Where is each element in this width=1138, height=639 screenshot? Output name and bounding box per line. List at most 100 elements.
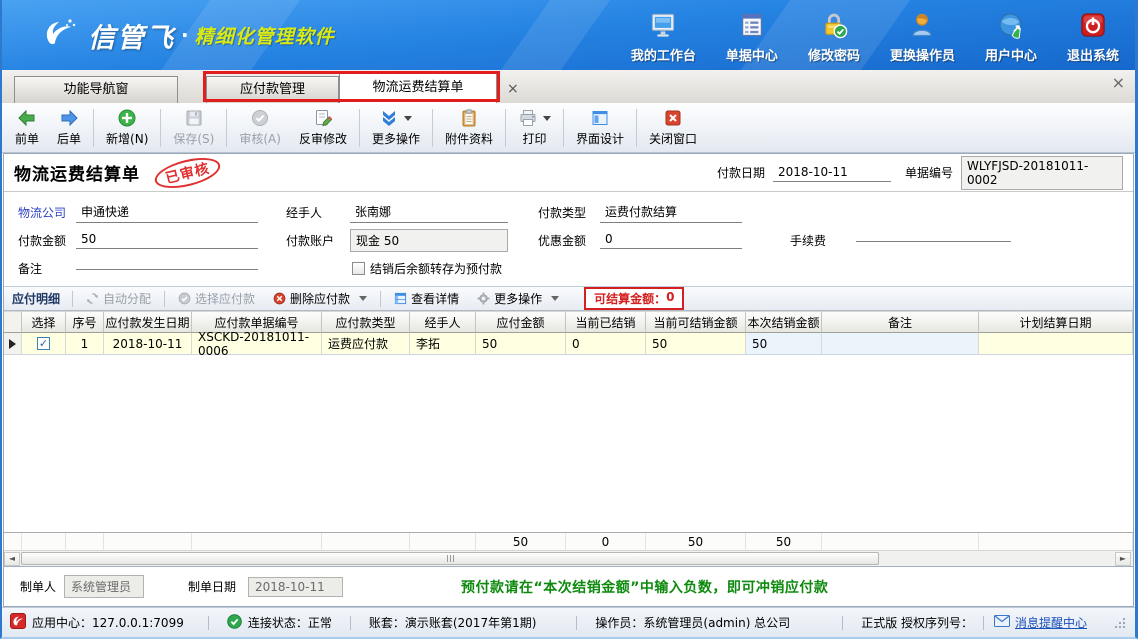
tabstrip-close-icon[interactable]: ×: [1112, 76, 1125, 90]
col-header-remark[interactable]: 备注: [822, 311, 979, 333]
delete-x-icon: [273, 292, 286, 305]
transfer-prepay-checkbox[interactable]: 结销后余额转存为预付款: [352, 260, 502, 277]
mail-icon: [994, 615, 1010, 630]
app-name: 信管飞: [88, 16, 175, 55]
row-select-cell[interactable]: ✓: [22, 333, 66, 355]
col-header-this-settle[interactable]: 本次结销金额: [746, 311, 822, 333]
tab-close-icon[interactable]: ×: [507, 83, 519, 95]
scrollbar-thumb[interactable]: [21, 552, 879, 565]
cell-type: 运费应付款: [322, 333, 410, 355]
pay-date-field[interactable]: 2018-10-11: [773, 164, 891, 182]
maker-field: 系统管理员: [64, 575, 144, 598]
settleable-label: 可结算金额：: [594, 290, 666, 307]
view-detail-button[interactable]: 查看详情: [387, 289, 466, 308]
gear-icon: [477, 292, 490, 305]
col-header-type[interactable]: 应付款类型: [322, 311, 410, 333]
cell-doc-no: XSCKD-20181011-0006: [192, 333, 322, 355]
audit-button[interactable]: 审核(A): [230, 106, 290, 149]
prev-doc-button[interactable]: 前单: [6, 106, 48, 149]
col-header-date[interactable]: 应付款发生日期: [104, 311, 192, 333]
total-settled: 0: [566, 533, 646, 550]
unaudit-edit-button[interactable]: 反审修改: [290, 106, 356, 149]
button-label: 选择应付款: [195, 290, 255, 307]
select-check-icon: [178, 292, 191, 305]
button-label: 前单: [15, 130, 39, 147]
col-header-plan-date[interactable]: 计划结算日期: [979, 311, 1133, 333]
cell-settleable: 50: [646, 333, 746, 355]
scroll-right-arrow-icon[interactable]: ►: [1115, 552, 1131, 566]
audited-stamp: 已审核: [152, 152, 223, 193]
tab-function-navigator[interactable]: 功能导航窗: [14, 76, 178, 103]
toolbar: 前单 后单 新增(N) 保存(S) 审核(A) 反审修改 更多操作: [2, 103, 1135, 153]
scroll-left-arrow-icon[interactable]: ◄: [4, 552, 20, 566]
ui-design-button[interactable]: 界面设计: [567, 106, 633, 149]
auto-assign-button[interactable]: 自动分配: [79, 289, 158, 308]
nav-my-workbench[interactable]: 我的工作台: [631, 11, 696, 64]
next-doc-button[interactable]: 后单: [48, 106, 90, 149]
pay-type-field[interactable]: 运费付款结算: [600, 202, 742, 223]
pay-account-field[interactable]: 现金 50: [350, 229, 508, 252]
pay-amount-field[interactable]: 50: [76, 231, 258, 249]
add-icon: [117, 108, 137, 128]
detail-more-actions-button[interactable]: 更多操作: [470, 289, 566, 308]
settleable-amount-badge: 可结算金额： 0: [584, 287, 684, 310]
handler-field[interactable]: 张南娜: [350, 202, 508, 223]
password-lock-icon: [819, 11, 849, 43]
license-text: 正式版 授权序列号：: [861, 614, 973, 631]
cell-this-settle[interactable]: 50: [746, 333, 822, 355]
delete-payable-button[interactable]: 删除应付款: [266, 289, 374, 308]
col-header-settled[interactable]: 当前已结销: [566, 311, 646, 333]
nav-change-password[interactable]: 修改密码: [808, 11, 860, 64]
fee-field[interactable]: [856, 238, 1011, 242]
nav-document-center[interactable]: 单据中心: [726, 11, 778, 64]
grid-data-row[interactable]: ✓ 1 2018-10-11 XSCKD-20181011-0006 运费应付款…: [4, 333, 1133, 355]
maker-label: 制单人: [20, 578, 56, 595]
save-button[interactable]: 保存(S): [164, 106, 223, 149]
resize-grip[interactable]: [1115, 618, 1127, 628]
attachment-button[interactable]: 附件资料: [436, 106, 502, 149]
discount-field[interactable]: 0: [600, 231, 742, 249]
operator-text: 操作员：系统管理员(admin) 总公司: [595, 614, 790, 631]
select-payable-button[interactable]: 选择应付款: [171, 289, 262, 308]
row-selector-cell[interactable]: [4, 333, 22, 355]
button-label: 界面设计: [576, 130, 624, 147]
attachment-clipboard-icon: [459, 108, 479, 128]
nav-switch-operator[interactable]: 更换操作员: [890, 11, 955, 64]
discount-label: 优惠金额: [538, 232, 600, 249]
totals-cell: [192, 533, 322, 550]
cell-plan-date[interactable]: [979, 333, 1133, 355]
col-header-settleable[interactable]: 当前可结销金额: [646, 311, 746, 333]
totals-cell: [322, 533, 410, 550]
auto-assign-icon: [86, 292, 99, 305]
dropdown-arrow-icon: [551, 296, 559, 301]
col-header-handler[interactable]: 经手人: [410, 311, 476, 333]
detail-separator: [164, 291, 165, 307]
horizontal-scrollbar[interactable]: ◄ ►: [4, 550, 1133, 566]
tab-freight-settlement[interactable]: 物流运费结算单: [339, 72, 497, 103]
cell-date: 2018-10-11: [104, 333, 192, 355]
detail-separator: [72, 291, 73, 307]
more-actions-button[interactable]: 更多操作: [363, 106, 429, 149]
col-header-payable[interactable]: 应付金额: [476, 311, 566, 333]
add-new-button[interactable]: 新增(N): [97, 106, 157, 149]
nav-exit-system[interactable]: 退出系统: [1067, 11, 1119, 64]
col-header-seq[interactable]: 序号: [66, 311, 104, 333]
app-window: 信管飞 · 精细化管理软件 我的工作台 单据中心 修改密码 更换操作员: [0, 0, 1138, 639]
logistics-company-label[interactable]: 物流公司: [18, 204, 76, 221]
tab-payables-management[interactable]: 应付款管理: [206, 76, 339, 103]
toolbar-separator: [226, 109, 227, 147]
col-header-select[interactable]: 选择: [22, 311, 66, 333]
close-window-button[interactable]: 关闭窗口: [640, 106, 706, 149]
cell-remark[interactable]: [822, 333, 979, 355]
app-logo: 信管飞 · 精细化管理软件: [40, 14, 335, 57]
message-center-link[interactable]: 消息提醒中心: [1015, 614, 1087, 631]
pay-account-label: 付款账户: [286, 232, 350, 249]
checked-checkbox-icon[interactable]: ✓: [37, 337, 50, 350]
nav-user-center[interactable]: 用户中心: [985, 11, 1037, 64]
toolbar-separator: [636, 109, 637, 147]
document-panel: 物流运费结算单 已审核 付款日期 2018-10-11 单据编号 WLYFJSD…: [3, 153, 1134, 607]
logistics-company-field[interactable]: 申通快递: [76, 202, 258, 223]
remark-field[interactable]: [76, 266, 258, 270]
field-row-3: 备注 结销后余额转存为预付款: [4, 254, 1133, 282]
print-button[interactable]: 打印: [509, 106, 560, 149]
